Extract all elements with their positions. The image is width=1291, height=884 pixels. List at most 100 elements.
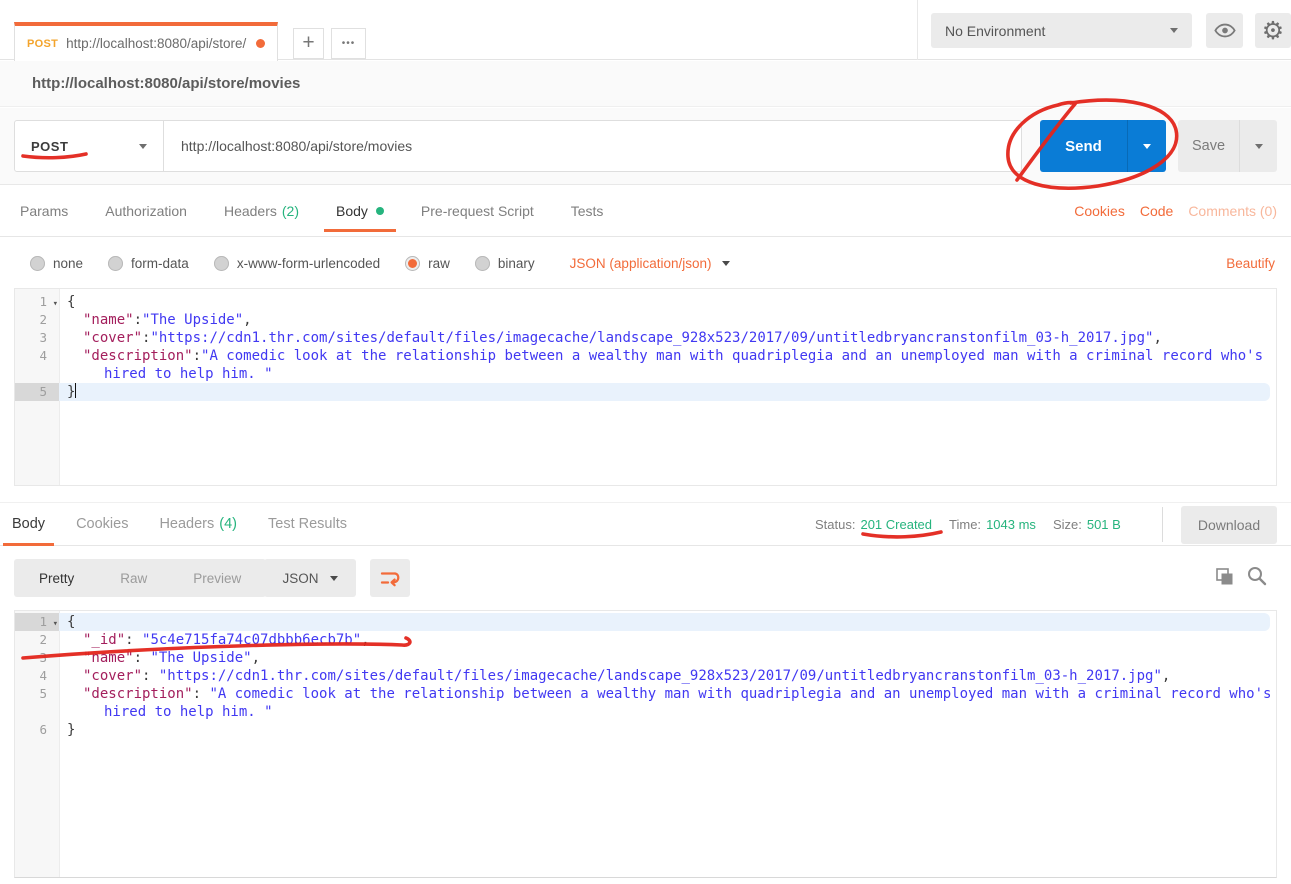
tab-authorization[interactable]: Authorization: [105, 185, 187, 236]
line-number: 4: [15, 667, 59, 685]
size-value: 501 B: [1087, 517, 1121, 532]
tab-url-label: http://localhost:8080/api/store/: [66, 36, 246, 51]
copy-icon: [1214, 566, 1236, 588]
tab-label: Cookies: [76, 516, 128, 532]
save-button[interactable]: Save: [1178, 120, 1239, 172]
response-view-switcher: Pretty Raw Preview: [14, 559, 266, 597]
view-pretty[interactable]: Pretty: [16, 559, 97, 597]
format-label: JSON: [282, 571, 318, 586]
code-text: "_id": "5c4e715fa74c07dbbb6ecb7b",: [59, 631, 1276, 649]
url-value: http://localhost:8080/api/store/movies: [181, 138, 412, 154]
save-options-button[interactable]: [1239, 120, 1277, 172]
method-select[interactable]: POST: [14, 120, 164, 172]
code-line[interactable]: 1▾{: [15, 613, 1276, 631]
mode-none[interactable]: none: [30, 256, 83, 271]
response-tab-test-results[interactable]: Test Results: [268, 503, 347, 545]
code-line[interactable]: 2"name":"The Upside",: [15, 311, 1276, 329]
tab-pre-request-script[interactable]: Pre-request Script: [421, 185, 534, 236]
code-line[interactable]: 3"cover":"https://cdn1.thr.com/sites/def…: [15, 329, 1276, 347]
tab-label: Test Results: [268, 516, 347, 532]
gear-icon: ⚙: [1262, 16, 1284, 45]
line-number: 3: [15, 649, 59, 667]
tab-label: Body: [336, 203, 368, 219]
tab-headers[interactable]: Headers (2): [224, 185, 299, 236]
body-present-dot-icon: [376, 207, 384, 215]
tab-params[interactable]: Params: [20, 185, 68, 236]
settings-button[interactable]: ⚙: [1255, 13, 1291, 48]
environment-quick-look-button[interactable]: [1206, 13, 1243, 48]
code-link[interactable]: Code: [1140, 203, 1173, 219]
request-title-bar: http://localhost:8080/api/store/movies: [0, 61, 1291, 107]
content-type-select[interactable]: JSON (application/json): [570, 256, 731, 271]
chevron-down-icon: [330, 576, 338, 581]
tab-body[interactable]: Body: [336, 185, 384, 236]
response-tab-cookies[interactable]: Cookies: [76, 503, 128, 545]
tab-label: Params: [20, 203, 68, 219]
response-tabs: Body Cookies Headers (4) Test Results: [12, 503, 378, 545]
search-response-button[interactable]: [1246, 565, 1268, 587]
copy-button[interactable]: [1214, 566, 1236, 588]
size-label: Size:: [1053, 517, 1082, 532]
code-line[interactable]: 4"description":"A comedic look at the re…: [15, 347, 1276, 383]
mode-x-www-form-urlencoded[interactable]: x-www-form-urlencoded: [214, 256, 380, 271]
url-input[interactable]: http://localhost:8080/api/store/movies: [163, 120, 1022, 172]
chevron-down-icon: [722, 261, 730, 266]
request-tabs: Params Authorization Headers (2) Body Pr…: [0, 185, 1291, 237]
radio-icon[interactable]: [214, 256, 229, 271]
line-number: 3: [15, 329, 59, 347]
radio-icon[interactable]: [475, 256, 490, 271]
tab-label: Authorization: [105, 203, 187, 219]
status-pair: Status: 201 Created: [815, 517, 932, 532]
mode-label: x-www-form-urlencoded: [237, 256, 380, 271]
chevron-down-icon: [139, 144, 147, 149]
radio-selected-icon[interactable]: [405, 256, 420, 271]
cookies-link[interactable]: Cookies: [1074, 203, 1125, 219]
line-number: 5: [15, 383, 59, 401]
code-line[interactable]: 1▾{: [15, 293, 1276, 311]
body-mode-row: none form-data x-www-form-urlencoded raw…: [0, 238, 1291, 288]
send-button[interactable]: Send: [1040, 120, 1127, 172]
more-tabs-button[interactable]: •••: [331, 28, 366, 59]
radio-icon[interactable]: [30, 256, 45, 271]
request-tab[interactable]: POST http://localhost:8080/api/store/: [14, 22, 278, 61]
code-text: {: [59, 613, 1270, 631]
response-tab-body[interactable]: Body: [12, 503, 45, 545]
code-line[interactable]: 5"description": "A comedic look at the r…: [15, 685, 1276, 721]
status-label: Status:: [815, 517, 855, 532]
mode-label: raw: [428, 256, 450, 271]
beautify-link[interactable]: Beautify: [1226, 256, 1275, 271]
code-line[interactable]: 3"name": "The Upside",: [15, 649, 1276, 667]
chevron-down-icon: [1255, 144, 1263, 149]
code-line[interactable]: 6}: [15, 721, 1276, 739]
code-text: "name":"The Upside",: [59, 311, 1276, 329]
response-body-editor[interactable]: 1▾{2"_id": "5c4e715fa74c07dbbb6ecb7b",3"…: [14, 610, 1277, 878]
mode-binary[interactable]: binary: [475, 256, 535, 271]
line-number: 1▾: [15, 293, 59, 311]
wrap-lines-button[interactable]: [370, 559, 410, 597]
tab-label: Headers: [159, 516, 214, 532]
response-tab-headers[interactable]: Headers (4): [159, 503, 237, 545]
tab-tests[interactable]: Tests: [571, 185, 604, 236]
request-body-editor[interactable]: 1▾{2"name":"The Upside",3"cover":"https:…: [14, 288, 1277, 486]
comments-link[interactable]: Comments (0): [1188, 203, 1277, 219]
tab-label: Headers: [224, 203, 277, 219]
mode-raw[interactable]: raw: [405, 256, 450, 271]
view-preview[interactable]: Preview: [170, 559, 264, 597]
tab-strip: POST http://localhost:8080/api/store/ + …: [0, 0, 1291, 60]
divider: [1162, 507, 1163, 542]
radio-icon[interactable]: [108, 256, 123, 271]
download-button[interactable]: Download: [1181, 506, 1277, 544]
code-line[interactable]: 5}: [15, 383, 1276, 401]
code-line[interactable]: 4"cover": "https://cdn1.thr.com/sites/de…: [15, 667, 1276, 685]
new-tab-button[interactable]: +: [293, 28, 324, 59]
response-format-select[interactable]: JSON: [264, 559, 356, 597]
send-options-button[interactable]: [1127, 120, 1166, 172]
view-raw[interactable]: Raw: [97, 559, 170, 597]
line-number: 2: [15, 631, 59, 649]
response-meta-bar: Body Cookies Headers (4) Test Results St…: [0, 502, 1291, 546]
code-line[interactable]: 2"_id": "5c4e715fa74c07dbbb6ecb7b",: [15, 631, 1276, 649]
headers-count-badge: (2): [282, 203, 299, 219]
environment-select[interactable]: No Environment: [931, 13, 1192, 48]
mode-form-data[interactable]: form-data: [108, 256, 189, 271]
unsaved-dot-icon: [256, 39, 265, 48]
